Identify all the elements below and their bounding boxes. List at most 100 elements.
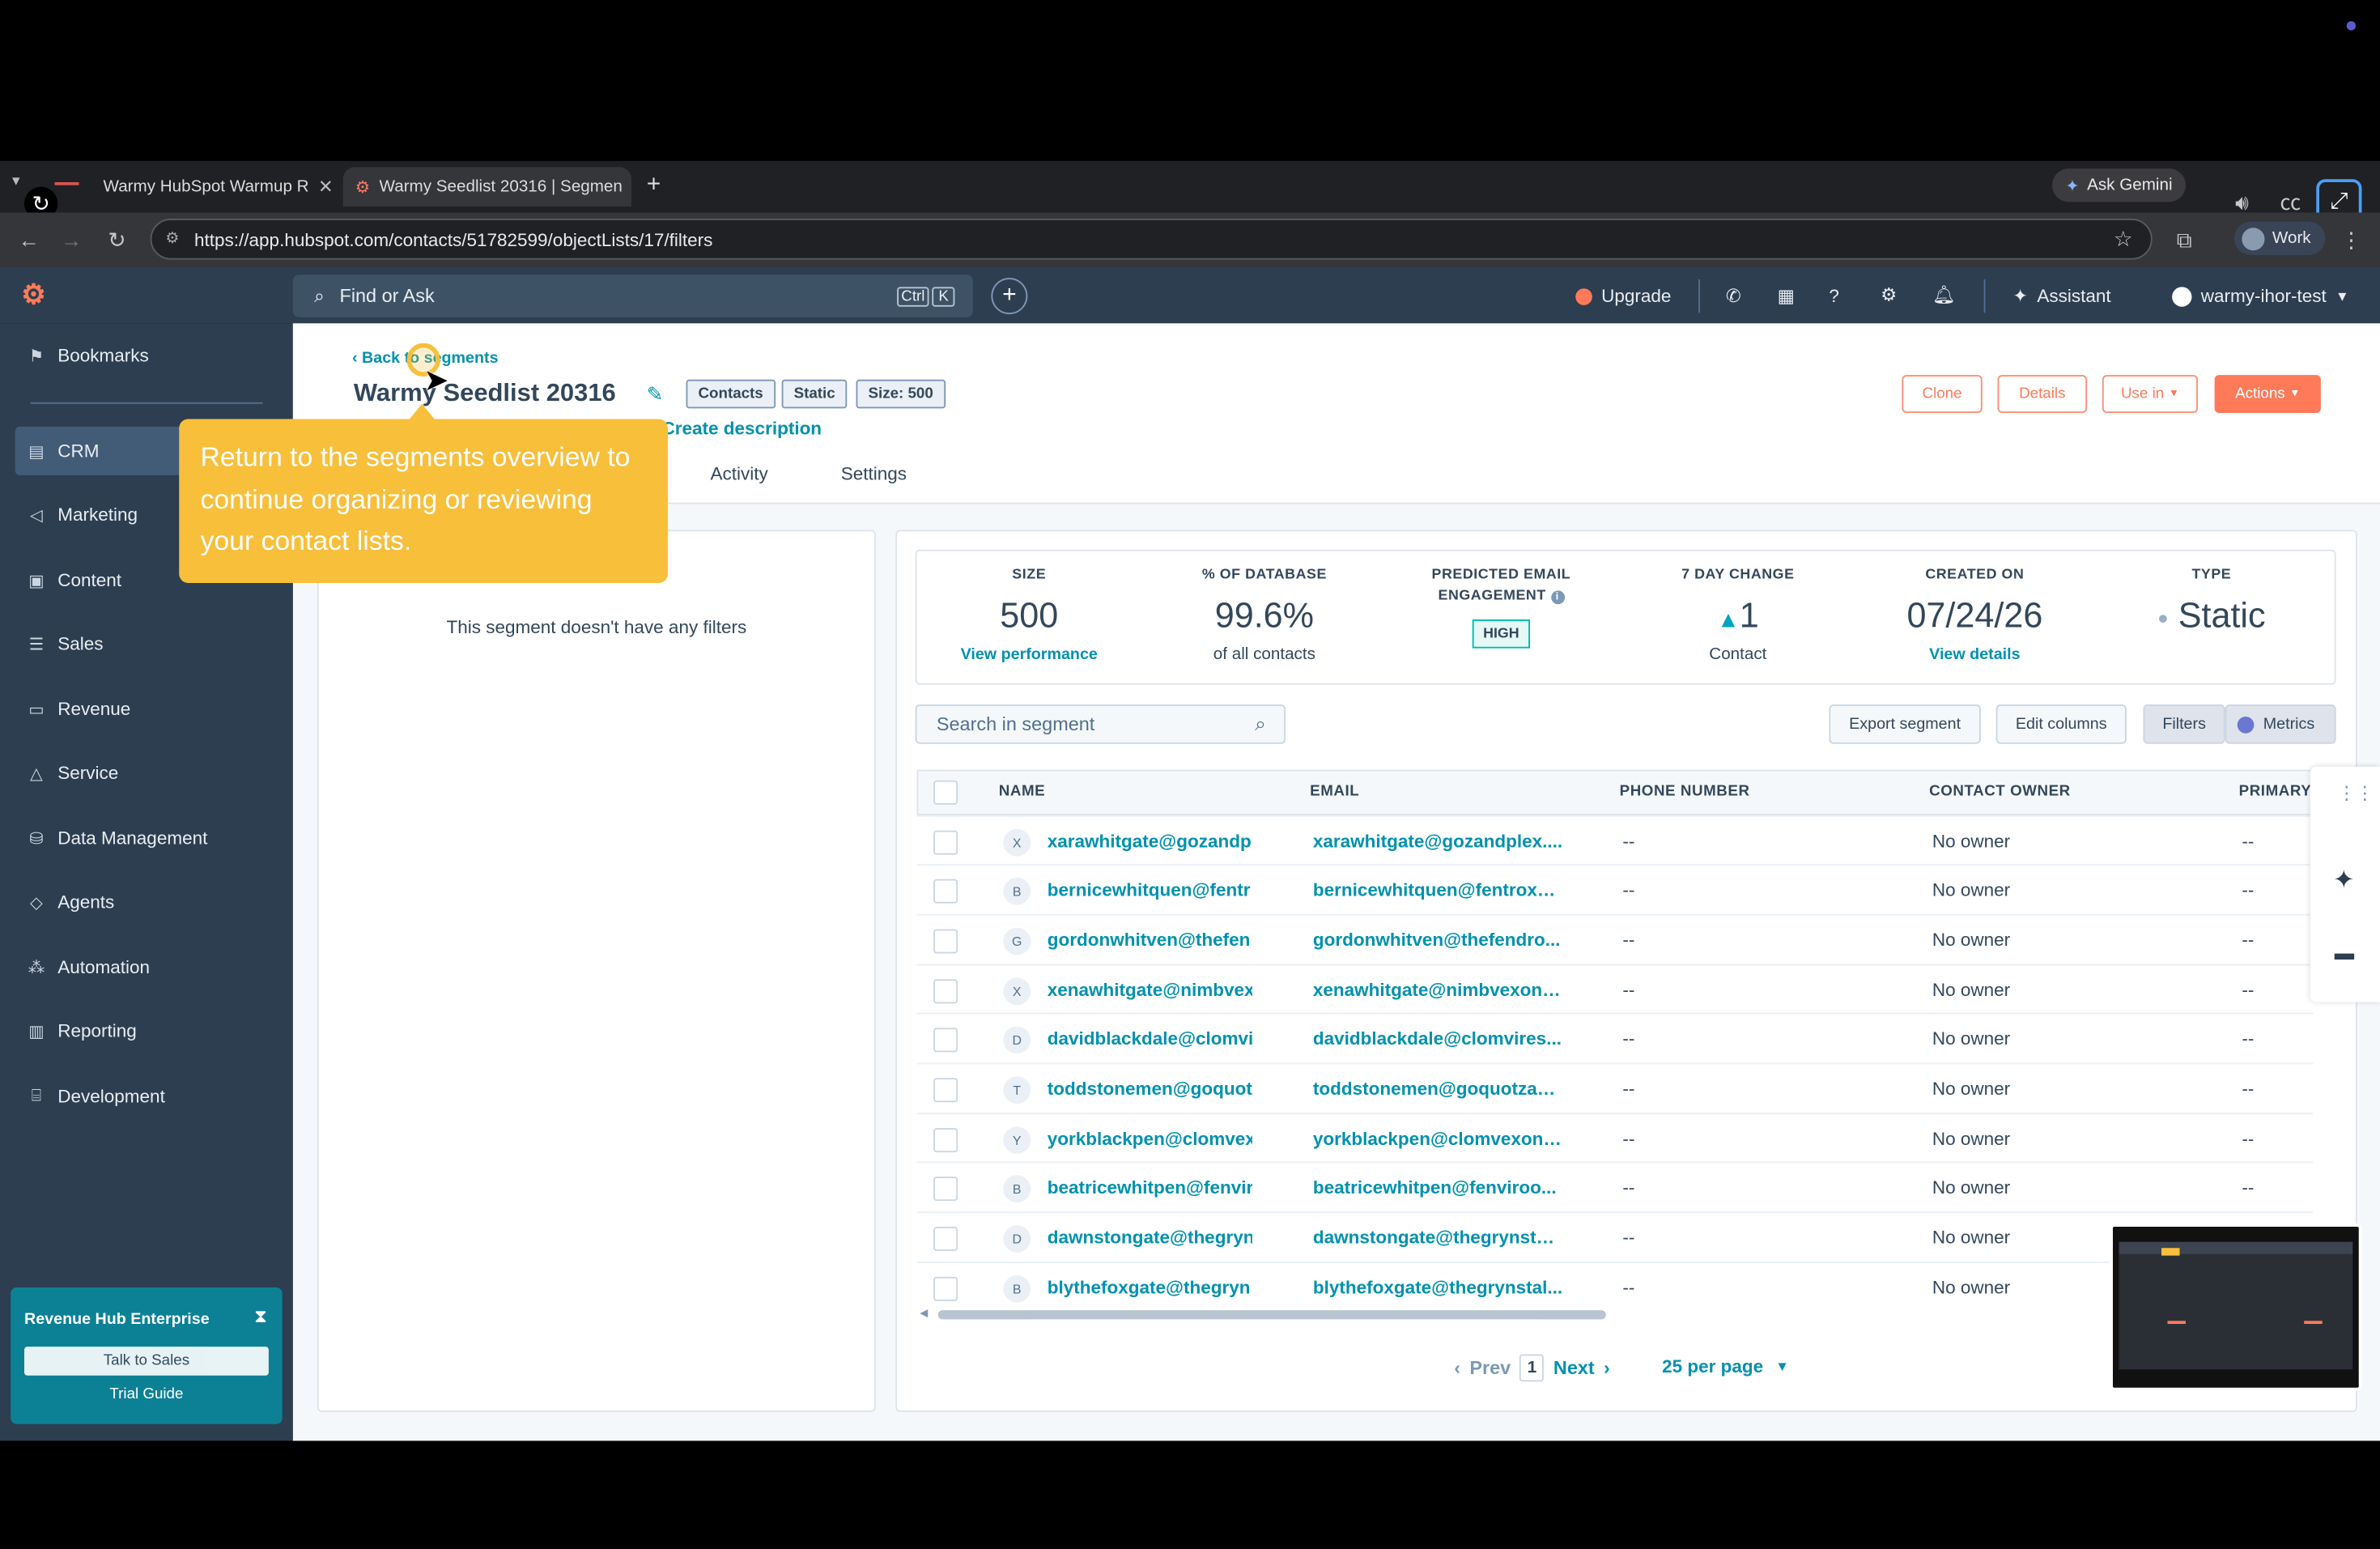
use-in-button[interactable]: Use in ▼ bbox=[2102, 375, 2198, 413]
table-row[interactable]: Ddawnstongate@thegryn dawnstongate@thegry… bbox=[916, 1211, 2314, 1262]
prev-button[interactable]: Prev bbox=[1469, 1357, 1511, 1378]
contact-email-link[interactable]: yorkblackpen@clomvexonli... bbox=[1313, 1128, 1563, 1149]
contact-email-link[interactable]: beatricewhitpen@fenviroo... bbox=[1313, 1177, 1563, 1198]
table-row[interactable]: Xxarawhitgate@gozandpl xarawhitgate@gozan… bbox=[916, 815, 2314, 866]
contact-name-link[interactable]: gordonwhitven@thefen bbox=[1048, 930, 1252, 951]
contact-name-link[interactable]: bernicewhitquen@fentr bbox=[1048, 879, 1252, 900]
table-row[interactable]: Ddavidblackdale@clomvi davidblackdale@clo… bbox=[916, 1012, 2314, 1063]
tab-activity[interactable]: Activity bbox=[711, 463, 768, 484]
address-bar[interactable]: ⚙ https://app.hubspot.com/contacts/51782… bbox=[150, 219, 2153, 260]
ask-gemini-button[interactable]: ✦ Ask Gemini bbox=[2052, 168, 2186, 202]
export-segment-button[interactable]: Export segment bbox=[1829, 704, 1981, 744]
calling-icon[interactable]: ✆ bbox=[1726, 286, 1741, 307]
table-row[interactable]: Ggordonwhitven@thefen gordonwhitven@thefe… bbox=[916, 913, 2314, 964]
column-header-phone[interactable]: PHONE NUMBER bbox=[1620, 784, 1750, 801]
contact-email-link[interactable]: blythefoxgate@thegrynstal... bbox=[1313, 1277, 1563, 1298]
view-details-link[interactable]: View details bbox=[1861, 645, 2089, 664]
contact-name-link[interactable]: toddstonemen@goquot bbox=[1048, 1078, 1252, 1099]
contact-email-link[interactable]: bernicewhitquen@fentroxd... bbox=[1313, 879, 1563, 900]
trial-guide-link[interactable]: Trial Guide bbox=[11, 1386, 283, 1403]
help-icon[interactable]: ? bbox=[1829, 286, 1839, 307]
contact-email-link[interactable]: davidblackdale@clomvires... bbox=[1313, 1028, 1563, 1049]
chevron-left-icon[interactable]: ‹ bbox=[1454, 1357, 1460, 1378]
table-row[interactable]: Bbernicewhitquen@fentr bernicewhitquen@fe… bbox=[916, 863, 2314, 914]
column-header-email[interactable]: EMAIL bbox=[1310, 784, 1359, 801]
assistant-button[interactable]: ✦ Assistant bbox=[2012, 286, 2110, 307]
close-tab-icon[interactable]: ✕ bbox=[318, 177, 334, 198]
forward-icon[interactable]: → bbox=[57, 226, 85, 253]
drag-handle-icon[interactable]: ⋮⋮ bbox=[2338, 782, 2374, 803]
contact-name-link[interactable]: beatricewhitpen@fenvir bbox=[1048, 1177, 1252, 1198]
tab-settings[interactable]: Settings bbox=[841, 463, 907, 484]
per-page-select[interactable]: 25 per page ▼ bbox=[1662, 1355, 1789, 1377]
column-header-name[interactable]: NAME bbox=[999, 784, 1045, 801]
settings-gear-icon[interactable]: ⚙ bbox=[1881, 284, 1897, 305]
sidebar-item-revenue[interactable]: ▭ Revenue bbox=[15, 685, 277, 734]
talk-to-sales-button[interactable]: Talk to Sales bbox=[24, 1347, 269, 1376]
sidebar-item-development[interactable]: ⌸ Development bbox=[15, 1072, 277, 1121]
browser-tab-warmup[interactable]: Warmy HubSpot Warmup R ✕ bbox=[82, 167, 334, 206]
row-checkbox[interactable] bbox=[933, 929, 958, 954]
horizontal-scrollbar[interactable] bbox=[937, 1310, 1606, 1320]
details-button[interactable]: Details bbox=[1997, 375, 2088, 413]
contact-email-link[interactable]: dawnstongate@thegrynstal... bbox=[1313, 1227, 1563, 1248]
sidebar-item-automation[interactable]: ⁂ Automation bbox=[15, 943, 277, 991]
column-header-primary[interactable]: PRIMARY bbox=[2239, 784, 2312, 801]
row-checkbox[interactable] bbox=[933, 979, 958, 1004]
hubspot-logo-icon[interactable]: ⚙ bbox=[21, 279, 45, 311]
contact-email-link[interactable]: gordonwhitven@thefendro... bbox=[1313, 930, 1563, 951]
row-checkbox[interactable] bbox=[933, 830, 958, 855]
sidebar-bookmarks[interactable]: ⚑ Bookmarks bbox=[15, 331, 277, 380]
reload-icon[interactable]: ↻ bbox=[104, 226, 131, 253]
edit-columns-button[interactable]: Edit columns bbox=[1995, 704, 2127, 744]
sidebar-item-data-management[interactable]: ⛁ Data Management bbox=[15, 814, 277, 862]
sparkle-icon[interactable]: ✦ bbox=[2333, 866, 2355, 896]
upgrade-link[interactable]: Upgrade bbox=[1575, 286, 1671, 307]
contact-email-link[interactable]: xenawhitgate@nimbvexonli... bbox=[1313, 979, 1563, 1000]
marketplace-icon[interactable]: ▦ bbox=[1778, 286, 1795, 307]
scroll-left-icon[interactable]: ◀ bbox=[920, 1307, 928, 1319]
row-checkbox[interactable] bbox=[933, 1227, 958, 1251]
contact-name-link[interactable]: davidblackdale@clomvi bbox=[1048, 1028, 1252, 1049]
view-performance-link[interactable]: View performance bbox=[916, 645, 1143, 664]
contact-name-link[interactable]: yorkblackpen@clomvex bbox=[1048, 1128, 1252, 1149]
column-header-owner[interactable]: CONTACT OWNER bbox=[1929, 784, 2071, 801]
row-checkbox[interactable] bbox=[933, 1078, 958, 1103]
chrome-menu-icon[interactable]: ⋮ bbox=[2338, 226, 2365, 253]
chat-icon[interactable]: ▬ bbox=[2335, 942, 2354, 964]
clone-button[interactable]: Clone bbox=[1902, 375, 1983, 413]
new-tab-icon[interactable]: + bbox=[647, 172, 661, 199]
edit-title-pencil-icon[interactable]: ✎ bbox=[647, 383, 663, 407]
metrics-toggle[interactable]: Metrics bbox=[2225, 704, 2336, 744]
notifications-bell-icon[interactable]: 🔔︎ bbox=[1932, 284, 1956, 305]
chevron-right-icon[interactable]: › bbox=[1604, 1357, 1610, 1378]
sidebar-item-sales[interactable]: ☰ Sales bbox=[15, 619, 277, 668]
sidebar-item-agents[interactable]: ◇ Agents bbox=[15, 878, 277, 926]
contact-name-link[interactable]: blythefoxgate@thegryn bbox=[1048, 1277, 1252, 1298]
create-new-icon[interactable]: + bbox=[991, 278, 1028, 315]
row-checkbox[interactable] bbox=[933, 1177, 958, 1202]
video-preview-thumbnail[interactable] bbox=[2110, 1223, 2362, 1391]
row-checkbox[interactable] bbox=[933, 879, 958, 904]
actions-button[interactable]: Actions ▼ bbox=[2214, 375, 2321, 413]
filters-toggle[interactable]: Filters bbox=[2143, 704, 2225, 744]
volume-icon[interactable]: 🔊︎ bbox=[2229, 189, 2256, 216]
table-row[interactable]: Ttoddstonemen@goquot toddstonemen@goquotz… bbox=[916, 1062, 2314, 1113]
row-checkbox[interactable] bbox=[933, 1128, 958, 1153]
table-row[interactable]: Xxenawhitgate@nimbvex xenawhitgate@nimbve… bbox=[916, 964, 2314, 1015]
extensions-icon[interactable]: ⧉ bbox=[2170, 226, 2198, 253]
contact-email-link[interactable]: toddstonemen@goquotzan... bbox=[1313, 1078, 1563, 1099]
contact-name-link[interactable]: xenawhitgate@nimbvex bbox=[1048, 979, 1252, 1000]
create-description-link[interactable]: Create description bbox=[662, 418, 822, 439]
sidebar-item-reporting[interactable]: ▥ Reporting bbox=[15, 1006, 277, 1055]
info-icon[interactable]: i bbox=[1550, 590, 1565, 605]
table-row[interactable]: Bblythefoxgate@thegryn blythefoxgate@theg… bbox=[916, 1262, 2314, 1312]
contact-name-link[interactable]: dawnstongate@thegryn bbox=[1048, 1227, 1252, 1248]
find-or-ask-search[interactable]: ⌕ Find or Ask Ctrl K bbox=[292, 274, 973, 317]
select-all-checkbox[interactable] bbox=[933, 780, 958, 805]
browser-tab-seedlist[interactable]: ⚙ Warmy Seedlist 20316 | Segmen ✕ bbox=[342, 167, 631, 206]
account-menu[interactable]: warmy-ihor-test ▼ bbox=[2172, 286, 2349, 307]
table-row[interactable]: Bbeatricewhitpen@fenvir beatricewhitpen@f… bbox=[916, 1161, 2314, 1211]
contact-name-link[interactable]: xarawhitgate@gozandpl bbox=[1048, 831, 1252, 852]
bookmark-star-icon[interactable]: ☆ bbox=[2114, 226, 2133, 252]
